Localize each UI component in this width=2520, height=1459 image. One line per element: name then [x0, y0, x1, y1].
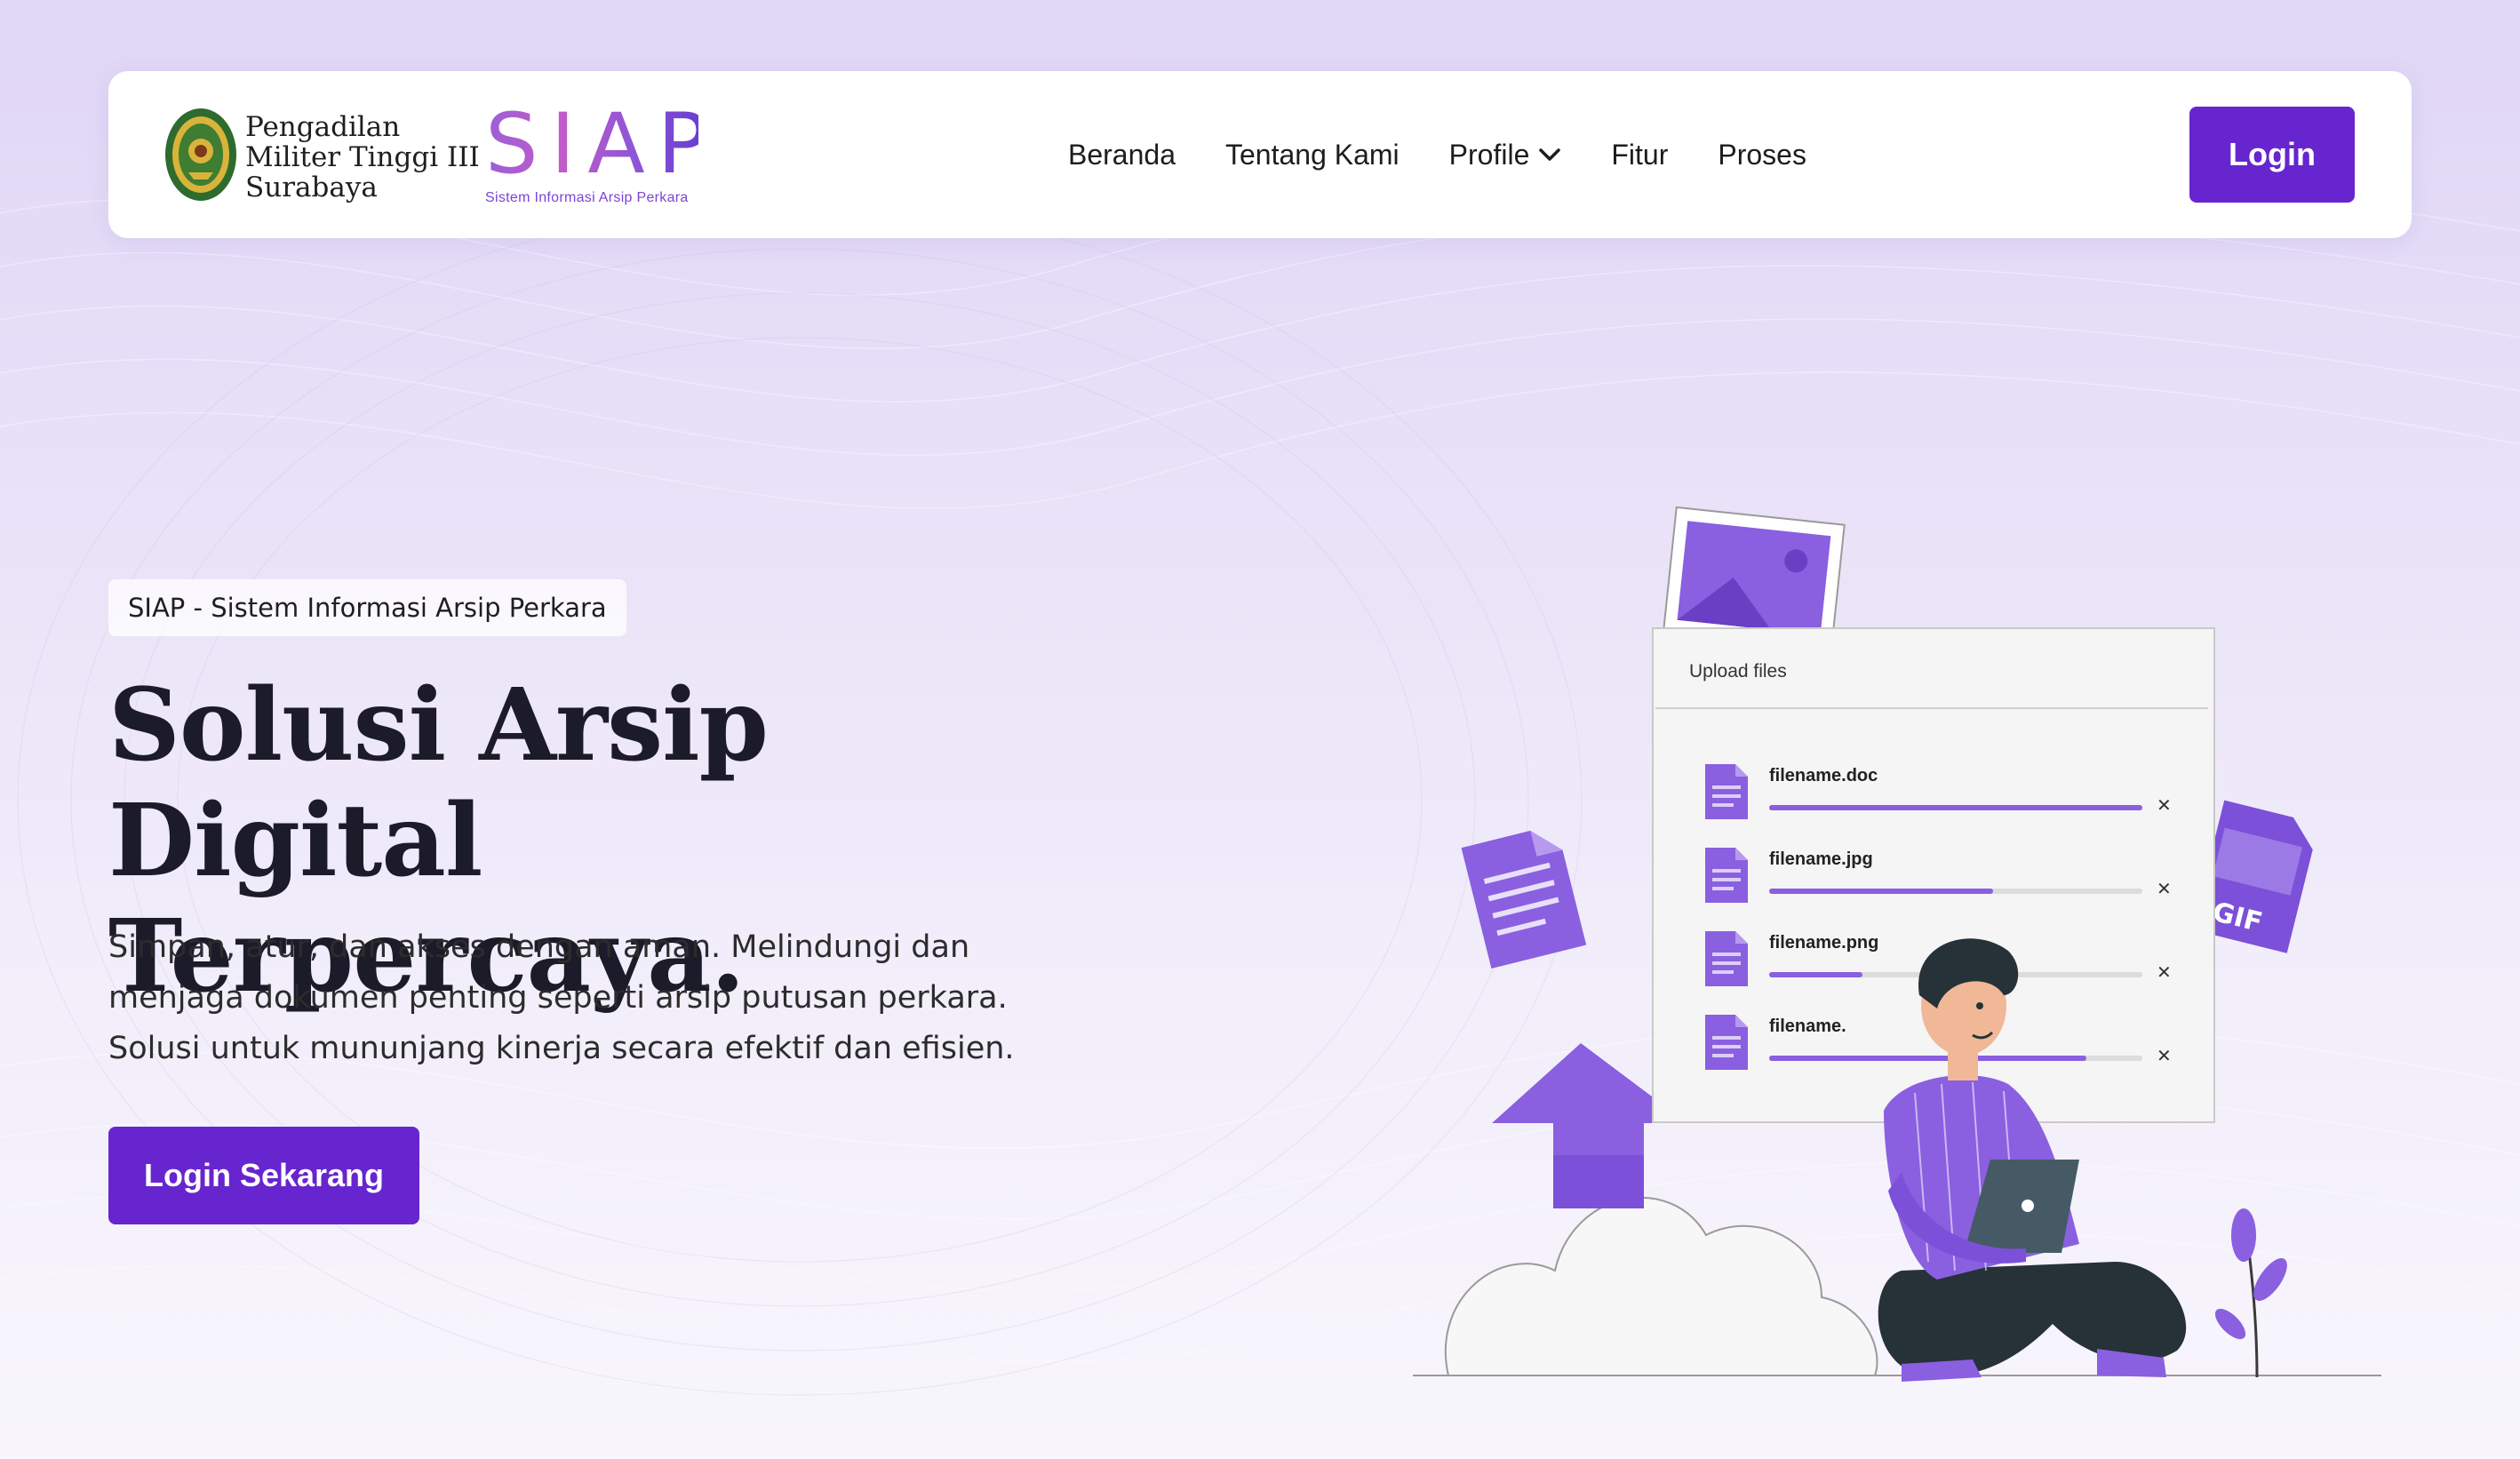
nav-proses-label: Proses	[1718, 138, 1806, 171]
nav-beranda-label: Beranda	[1068, 138, 1176, 171]
court-name-line-1: Pengadilan	[245, 111, 401, 143]
court-emblem-logo[interactable]	[163, 107, 238, 203]
nav-beranda[interactable]: Beranda	[1068, 139, 1176, 171]
nav-profile-dropdown[interactable]: Profile	[1449, 139, 1562, 171]
hero-description: Simpan, atur, dan akses dengan aman. Mel…	[108, 929, 1015, 1066]
nav-tentang-kami-label: Tentang Kami	[1224, 138, 1400, 171]
nav-fitur[interactable]: Fitur	[1611, 139, 1668, 171]
navbar: Pengadilan Militer Tinggi III Surabaya S…	[108, 71, 2412, 238]
nav-proses[interactable]: Proses	[1718, 139, 1806, 171]
hero-illustration: GIF Upload files filename.doc ✕ filename…	[1404, 498, 2399, 1386]
hero-title-line-1: Solusi Arsip Digital	[108, 667, 769, 899]
court-name-line-3: Surabaya	[245, 171, 378, 203]
main-nav: Beranda Tentang Kami Profile Fitur Prose…	[1068, 71, 1806, 238]
siap-logo-word: SIAP	[485, 96, 721, 193]
court-name: Pengadilan Militer Tinggi III Surabaya	[245, 112, 480, 203]
nav-tentang-kami[interactable]: Tentang Kami	[1225, 139, 1400, 171]
siap-logo[interactable]: SIAP Sistem Informasi Arsip Perkara	[485, 96, 721, 208]
hero-badge: SIAP - Sistem Informasi Arsip Perkara	[108, 579, 626, 636]
login-sekarang-button[interactable]: Login Sekarang	[108, 1127, 419, 1224]
person-with-laptop-illustration	[1878, 938, 2187, 1382]
nav-profile-label: Profile	[1448, 138, 1530, 171]
nav-fitur-label: Fitur	[1611, 138, 1669, 171]
login-button[interactable]: Login	[2189, 107, 2355, 203]
chevron-down-icon	[1539, 148, 1561, 161]
court-name-line-2: Militer Tinggi III	[245, 141, 480, 173]
siap-logo-subtitle: Sistem Informasi Arsip Perkara	[485, 190, 689, 205]
